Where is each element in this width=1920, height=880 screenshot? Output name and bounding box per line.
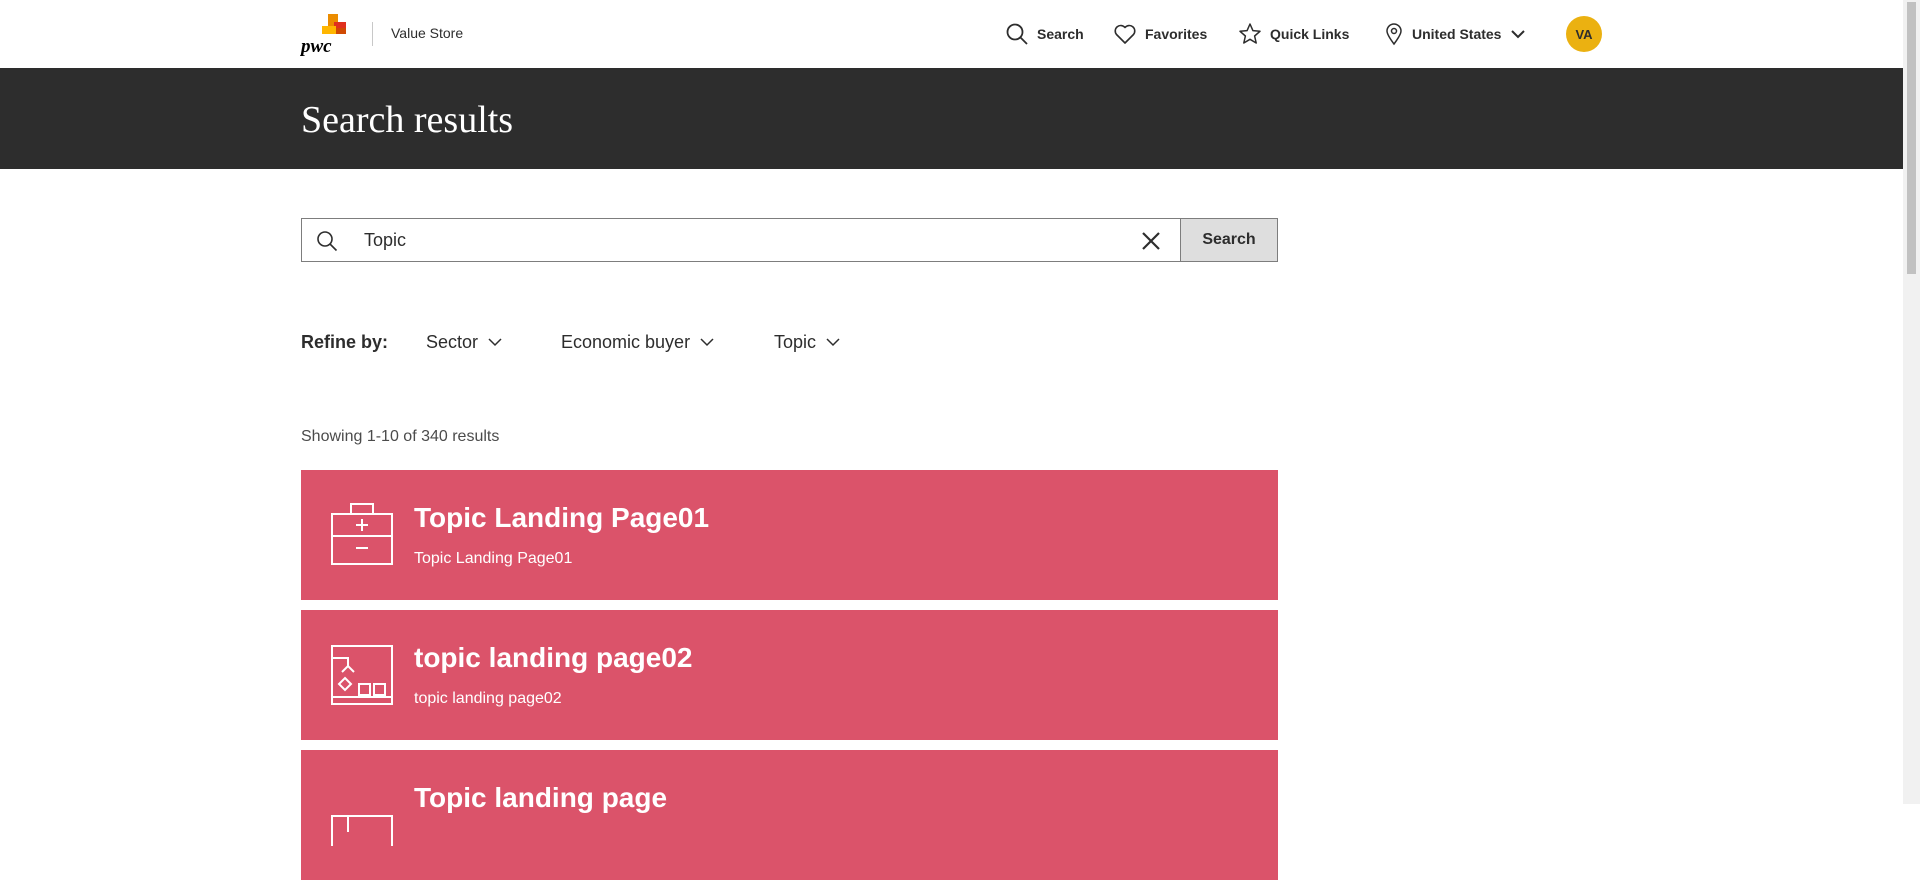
pwc-logo[interactable]: pwc	[300, 12, 352, 56]
search-box	[301, 218, 1181, 262]
filter-sector-label: Sector	[426, 332, 479, 352]
nav-search-label: Search	[1037, 26, 1084, 42]
nav-search[interactable]: Search	[1005, 20, 1084, 48]
result-title: topic landing page02	[414, 642, 693, 673]
page-title: Search results	[301, 99, 514, 141]
site-header: pwc Value Store Search Favorites Quick L…	[0, 0, 1903, 68]
scrollbar-thumb[interactable]	[1907, 2, 1916, 274]
refine-label: Refine by:	[301, 332, 389, 352]
heart-icon	[1114, 24, 1136, 44]
result-title: Topic Landing Page01	[414, 502, 710, 533]
nav-favorites[interactable]: Favorites	[1113, 20, 1207, 48]
filter-topic[interactable]: Topic	[774, 332, 840, 353]
chevron-down-icon	[700, 338, 714, 347]
page-banner: Search results	[0, 68, 1903, 169]
header-divider	[372, 22, 373, 46]
first-aid-kit-icon	[331, 503, 393, 565]
filter-economic-buyer-label: Economic buyer	[561, 332, 691, 352]
store-name: Value Store	[391, 25, 464, 41]
result-subtitle: topic landing page02	[414, 690, 562, 707]
filter-economic-buyer[interactable]: Economic buyer	[561, 332, 714, 353]
chevron-down-icon	[488, 338, 502, 347]
search-icon	[1006, 23, 1028, 45]
location-pin-icon	[1386, 23, 1402, 46]
search-icon	[317, 231, 338, 252]
result-title: Topic landing page	[414, 782, 668, 813]
browser-window-icon	[331, 815, 393, 846]
search-input[interactable]	[364, 219, 1124, 261]
region-label: United States	[1412, 26, 1502, 42]
result-card[interactable]: Topic Landing Page01 Topic Landing Page0…	[301, 470, 1278, 600]
clear-search-icon[interactable]	[1140, 230, 1162, 252]
svg-text:pwc: pwc	[300, 36, 332, 56]
filter-sector[interactable]: Sector	[426, 332, 502, 353]
page-scrollbar[interactable]	[1903, 0, 1920, 804]
nav-quick-links[interactable]: Quick Links	[1238, 20, 1349, 48]
user-avatar[interactable]: VA	[1566, 16, 1602, 52]
nav-favorites-label: Favorites	[1145, 26, 1208, 42]
chevron-down-icon	[1511, 30, 1526, 39]
result-card[interactable]: Topic landing page	[301, 750, 1278, 880]
search-button[interactable]: Search	[1181, 218, 1278, 262]
star-icon	[1239, 23, 1261, 44]
result-card[interactable]: topic landing page02 topic landing page0…	[301, 610, 1278, 740]
chevron-down-icon	[826, 338, 840, 347]
results-count: Showing 1-10 of 340 results	[301, 428, 500, 445]
result-subtitle: Topic Landing Page01	[414, 550, 573, 567]
nav-quick-links-label: Quick Links	[1270, 26, 1350, 42]
region-selector[interactable]: United States	[1384, 20, 1526, 48]
filter-topic-label: Topic	[774, 332, 817, 352]
warehouse-crane-icon	[331, 645, 393, 705]
